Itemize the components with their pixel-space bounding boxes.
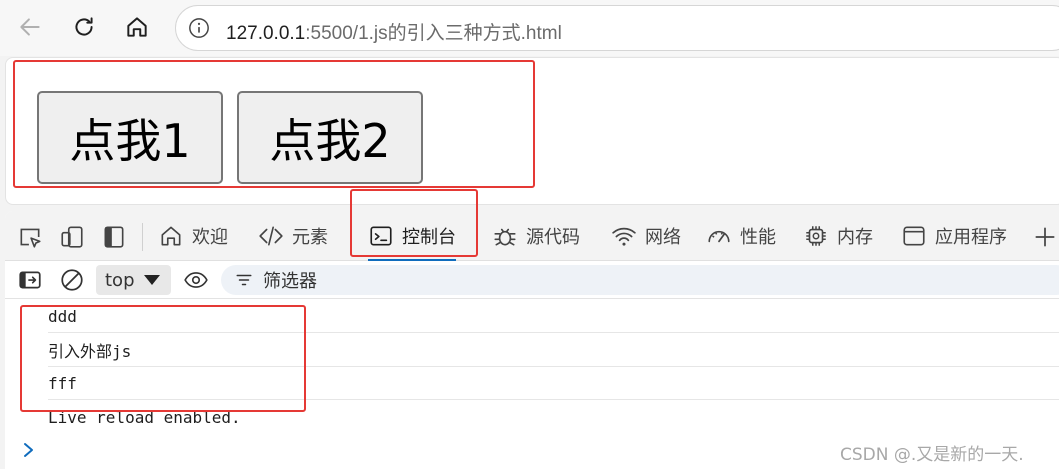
tab-elements[interactable]: 元素 [258, 211, 328, 261]
click-me-1-button[interactable]: 点我1 [37, 91, 223, 184]
tab-separator [142, 223, 143, 251]
tab-label: 源代码 [526, 227, 580, 248]
code-icon [259, 226, 283, 246]
filter-placeholder: 筛选器 [263, 271, 317, 292]
tab-network[interactable]: 网络 [611, 211, 681, 261]
live-expression-eye-icon[interactable] [183, 267, 209, 293]
watermark: CSDN @.又是新的一天. [840, 445, 1024, 465]
context-selector[interactable]: top [96, 265, 171, 295]
tab-label: 控制台 [402, 227, 456, 248]
caret-down-icon [143, 275, 160, 285]
devtools-tab-bar: 欢迎 元素 控制台 源代码 网络 性能 内存 应用程序 [5, 211, 1059, 261]
inspect-element-icon[interactable] [17, 224, 43, 250]
window-icon [903, 226, 925, 246]
home-icon [127, 17, 147, 37]
url-path: :5500/1.js的引入三种方式.html [305, 23, 562, 44]
device-emulation-icon[interactable] [59, 224, 85, 250]
click-me-2-button[interactable]: 点我2 [237, 91, 423, 184]
console-toolbar: top 筛选器 [5, 261, 1059, 299]
tab-performance[interactable]: 性能 [706, 211, 776, 261]
show-console-sidebar-icon[interactable] [17, 267, 43, 293]
tab-console[interactable]: 控制台 [368, 211, 456, 261]
page-viewport: 点我1 点我2 [5, 57, 1059, 205]
browser-toolbar: 127.0.0.1:5500/1.js的引入三种方式.html [0, 0, 1059, 56]
gauge-icon [708, 230, 730, 243]
bug-icon [494, 228, 516, 246]
refresh-icon [75, 17, 93, 36]
tab-label: 网络 [645, 227, 681, 248]
console-message: Live reload enabled. [48, 408, 241, 427]
clear-console-icon[interactable] [59, 267, 85, 293]
tab-label: 欢迎 [192, 227, 228, 248]
refresh-button[interactable] [67, 10, 101, 44]
console-prompt-chevron-icon[interactable] [21, 441, 37, 459]
url-host: 127.0.0.1 [226, 23, 306, 44]
address-bar[interactable]: 127.0.0.1:5500/1.js的引入三种方式.html [175, 5, 1059, 51]
toggle-sidebar-icon[interactable] [101, 224, 127, 250]
tab-label: 元素 [292, 227, 328, 248]
more-tools-icon[interactable] [1032, 224, 1058, 250]
back-arrow-icon [20, 18, 40, 36]
chip-icon [806, 226, 826, 246]
tab-memory[interactable]: 内存 [803, 211, 873, 261]
tab-label: 性能 [740, 227, 776, 248]
console-message: ddd [48, 300, 1059, 333]
url-text: 127.0.0.1:5500/1.js的引入三种方式.html [226, 18, 562, 45]
tab-welcome[interactable]: 欢迎 [158, 211, 228, 261]
info-icon[interactable] [188, 17, 210, 39]
tab-label: 应用程序 [935, 227, 1007, 248]
devtools-panel: 欢迎 元素 控制台 源代码 网络 性能 内存 应用程序 top 筛选器 ddd … [5, 211, 1059, 469]
back-button[interactable] [13, 10, 47, 44]
wifi-icon [612, 227, 636, 246]
console-message: 引入外部js [48, 334, 1059, 367]
context-label: top [105, 269, 135, 291]
tab-application[interactable]: 应用程序 [901, 211, 1007, 261]
tab-label: 内存 [837, 227, 873, 248]
tab-sources[interactable]: 源代码 [492, 211, 580, 261]
home-button[interactable] [120, 10, 154, 44]
home-icon [161, 226, 181, 246]
filter-icon [236, 274, 252, 286]
console-filter-input[interactable]: 筛选器 [221, 265, 1059, 295]
console-message: fff [48, 367, 1059, 400]
console-icon [370, 226, 392, 246]
